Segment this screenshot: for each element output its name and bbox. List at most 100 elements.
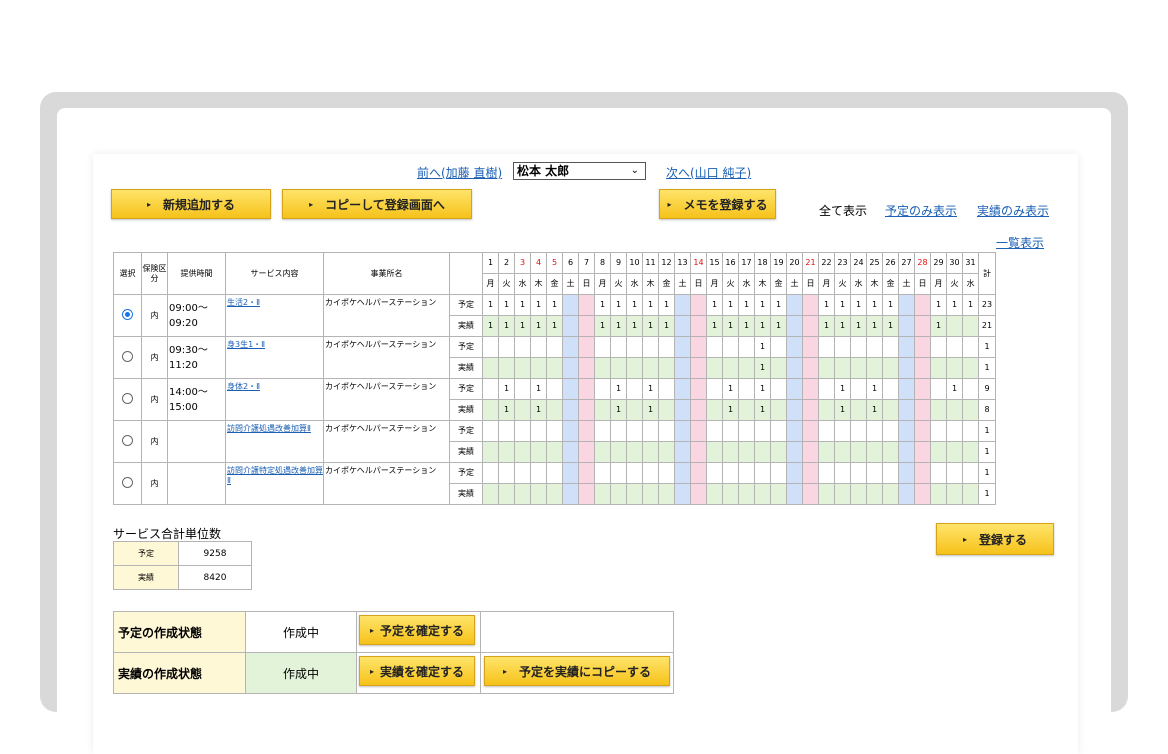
plan-day-cell[interactable] [802,420,819,442]
actual-day-cell[interactable] [722,441,739,463]
plan-day-cell[interactable] [802,378,819,400]
actual-day-cell[interactable] [930,357,947,379]
actual-day-cell[interactable] [770,399,787,421]
plan-day-cell[interactable] [690,336,707,358]
plan-day-cell[interactable] [898,294,915,316]
actual-day-cell[interactable] [546,357,563,379]
new-add-button[interactable]: ▸ 新規追加する [111,189,271,219]
plan-day-cell[interactable] [626,462,643,484]
plan-day-cell[interactable] [562,420,579,442]
actual-day-cell[interactable] [706,483,723,505]
actual-day-cell[interactable] [898,483,915,505]
actual-day-cell[interactable] [802,357,819,379]
plan-day-cell[interactable] [722,336,739,358]
actual-day-cell[interactable] [690,357,707,379]
plan-day-cell[interactable] [690,420,707,442]
plan-day-cell[interactable] [802,336,819,358]
plan-day-cell[interactable] [882,336,899,358]
plan-day-cell[interactable]: 1 [658,294,675,316]
actual-day-cell[interactable] [514,357,531,379]
actual-day-cell[interactable]: 1 [610,315,627,337]
actual-day-cell[interactable]: 1 [546,315,563,337]
actual-day-cell[interactable] [626,399,643,421]
actual-day-cell[interactable] [866,483,883,505]
actual-day-cell[interactable] [962,483,979,505]
plan-day-cell[interactable] [594,420,611,442]
plan-day-cell[interactable] [770,378,787,400]
actual-day-cell[interactable] [738,399,755,421]
plan-day-cell[interactable] [770,336,787,358]
actual-day-cell[interactable] [642,357,659,379]
plan-day-cell[interactable] [914,336,931,358]
actual-day-cell[interactable] [866,441,883,463]
plan-day-cell[interactable] [514,336,531,358]
row-radio[interactable] [122,350,133,362]
plan-day-cell[interactable] [850,378,867,400]
plan-day-cell[interactable] [546,420,563,442]
plan-day-cell[interactable] [882,378,899,400]
actual-day-cell[interactable] [738,357,755,379]
plan-day-cell[interactable]: 1 [530,294,547,316]
service-link[interactable]: 訪問介護処遇改善加算Ⅱ [227,424,311,433]
plan-day-cell[interactable] [834,462,851,484]
plan-day-cell[interactable] [674,378,691,400]
actual-day-cell[interactable]: 1 [834,399,851,421]
plan-day-cell[interactable] [546,336,563,358]
plan-day-cell[interactable] [962,462,979,484]
plan-day-cell[interactable] [914,294,931,316]
plan-day-cell[interactable] [610,336,627,358]
actual-day-cell[interactable] [738,483,755,505]
plan-day-cell[interactable] [498,420,515,442]
actual-day-cell[interactable] [898,399,915,421]
actual-day-cell[interactable] [850,441,867,463]
plan-day-cell[interactable] [578,420,595,442]
actual-day-cell[interactable]: 1 [770,315,787,337]
plan-day-cell[interactable]: 1 [754,378,771,400]
plan-day-cell[interactable] [818,420,835,442]
actual-day-cell[interactable] [610,441,627,463]
plan-day-cell[interactable]: 1 [882,294,899,316]
list-view-link[interactable]: 一覧表示 [996,234,1044,251]
plan-day-cell[interactable] [930,420,947,442]
actual-day-cell[interactable]: 1 [754,315,771,337]
actual-day-cell[interactable] [786,315,803,337]
actual-day-cell[interactable] [834,483,851,505]
actual-day-cell[interactable] [546,441,563,463]
actual-day-cell[interactable]: 1 [530,399,547,421]
confirm-actual-button[interactable]: ▸ 実績を確定する [359,656,475,686]
actual-day-cell[interactable]: 1 [850,315,867,337]
plan-day-cell[interactable] [626,378,643,400]
row-radio[interactable] [122,476,133,488]
plan-day-cell[interactable] [722,462,739,484]
row-radio[interactable] [122,392,133,404]
actual-day-cell[interactable] [610,357,627,379]
plan-day-cell[interactable] [562,336,579,358]
plan-day-cell[interactable] [882,420,899,442]
actual-day-cell[interactable] [946,315,963,337]
actual-day-cell[interactable] [930,441,947,463]
actual-day-cell[interactable] [674,441,691,463]
plan-day-cell[interactable] [818,336,835,358]
actual-day-cell[interactable] [850,483,867,505]
plan-day-cell[interactable] [514,420,531,442]
plan-day-cell[interactable] [930,462,947,484]
plan-day-cell[interactable]: 1 [866,294,883,316]
actual-day-cell[interactable] [482,483,499,505]
plan-day-cell[interactable] [786,420,803,442]
plan-day-cell[interactable] [690,294,707,316]
actual-day-cell[interactable]: 1 [514,315,531,337]
actual-day-cell[interactable] [754,483,771,505]
view-actual-link[interactable]: 実績のみ表示 [977,202,1049,219]
actual-day-cell[interactable] [658,441,675,463]
plan-day-cell[interactable] [514,378,531,400]
actual-day-cell[interactable] [818,399,835,421]
actual-day-cell[interactable] [578,315,595,337]
plan-day-cell[interactable]: 1 [738,294,755,316]
plan-day-cell[interactable] [786,462,803,484]
actual-day-cell[interactable] [530,483,547,505]
actual-day-cell[interactable] [546,399,563,421]
plan-day-cell[interactable]: 1 [482,294,499,316]
actual-day-cell[interactable] [578,441,595,463]
plan-day-cell[interactable] [738,378,755,400]
actual-day-cell[interactable] [658,399,675,421]
